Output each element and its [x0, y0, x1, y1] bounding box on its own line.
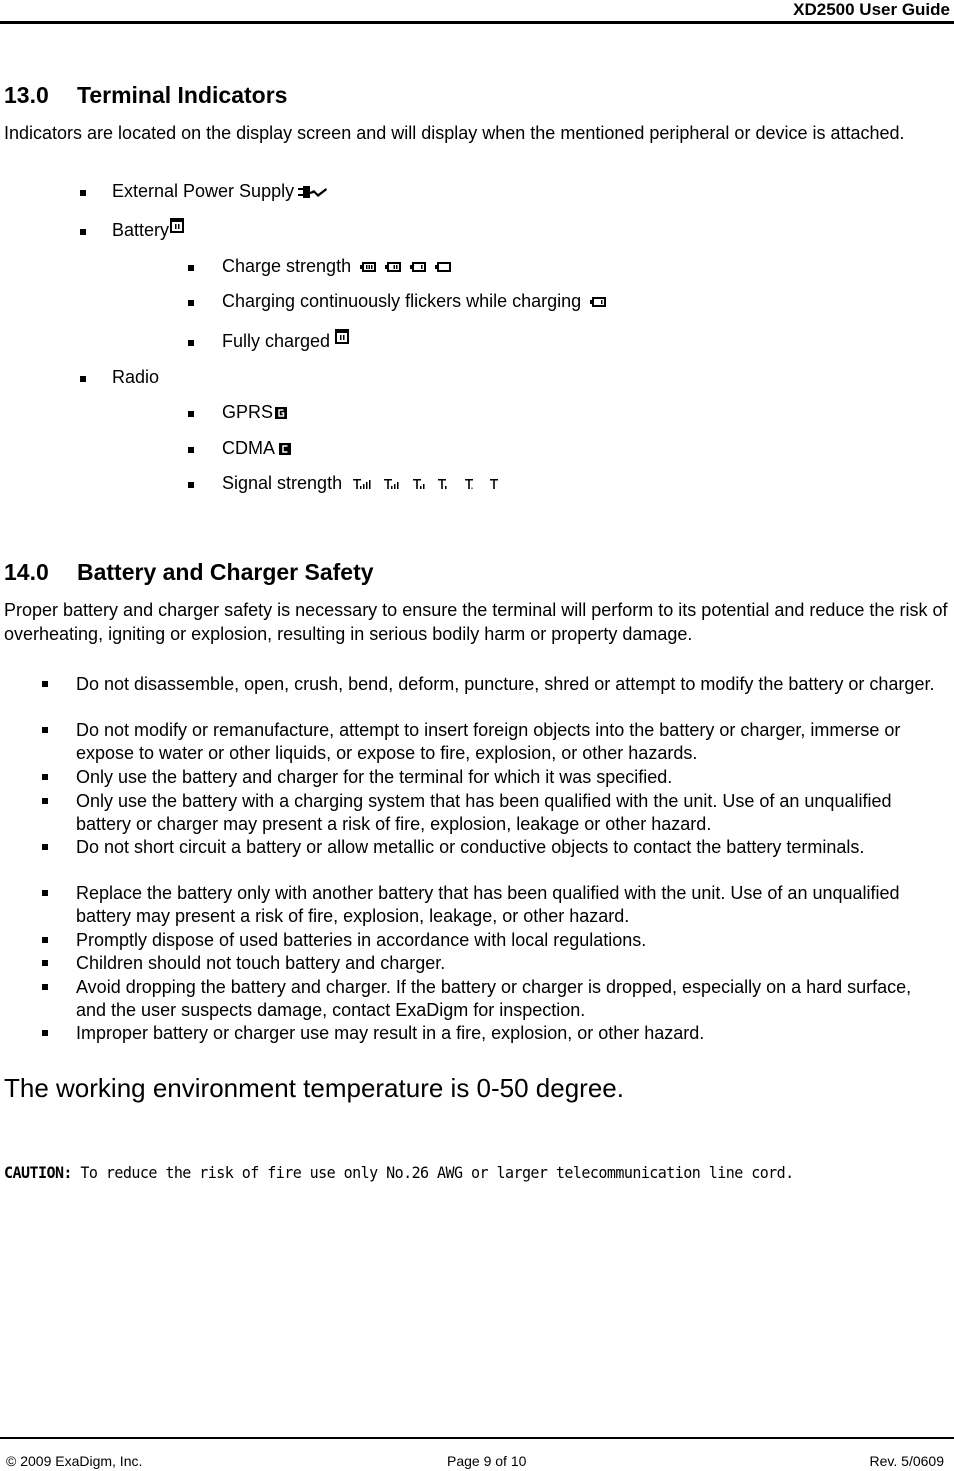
signal-2-bars-icon	[413, 479, 425, 490]
safety-item: Only use the battery and charger for the…	[0, 766, 954, 789]
item-label: CDMA	[222, 438, 275, 458]
bullet-icon	[42, 1030, 48, 1036]
bullet-icon	[188, 411, 194, 417]
battery-charging-icon	[590, 297, 607, 308]
item-label: Charge strength	[222, 256, 352, 276]
header-divider	[0, 21, 954, 24]
bullet-icon	[42, 681, 48, 687]
battery-full-icon	[335, 329, 350, 344]
section-14-heading: 14.0 Battery and Charger Safety	[4, 559, 374, 586]
signal-1-bar-icon	[438, 479, 447, 490]
list-item-radio: Radio	[0, 367, 954, 391]
item-label: Radio	[112, 367, 160, 387]
safety-item: Children should not touch battery and ch…	[0, 952, 954, 975]
bullet-icon	[42, 937, 48, 943]
section-14-intro: Proper battery and charger safety is nec…	[4, 600, 948, 644]
document-title: XD2500 User Guide	[793, 0, 950, 19]
item-label: External Power Supply	[112, 181, 295, 201]
safety-item: Do not disassemble, open, crush, bend, d…	[0, 673, 954, 719]
bullet-icon	[42, 798, 48, 804]
safety-item: Improper battery or charger use may resu…	[0, 1022, 954, 1045]
list-item-charge-strength: Charge strength	[0, 256, 954, 280]
footer-divider	[0, 1437, 954, 1439]
cdma-icon	[279, 443, 291, 456]
bullet-icon	[188, 300, 194, 306]
gprs-icon	[275, 407, 288, 420]
bullet-icon	[42, 984, 48, 990]
footer-copyright: © 2009 ExaDigm, Inc.	[6, 1453, 143, 1469]
list-item-cdma: CDMA	[0, 438, 954, 462]
bullet-icon	[42, 960, 48, 966]
bullet-icon	[42, 890, 48, 896]
safety-item: Do not modify or remanufacture, attempt …	[0, 719, 954, 765]
section-13-intro: Indicators are located on the display sc…	[4, 123, 905, 143]
bullet-icon	[42, 844, 48, 850]
section-number: 14.0	[4, 559, 49, 585]
caution-label: CAUTION:	[4, 1163, 72, 1182]
section-number: 13.0	[4, 82, 49, 108]
battery-3-bars-icon	[360, 262, 377, 273]
list-item-battery: Battery	[0, 218, 954, 244]
footer-page-number: Page 9 of 10	[447, 1453, 527, 1469]
safety-item: Avoid dropping the battery and charger. …	[0, 976, 954, 1022]
safety-item: Do not short circuit a battery or allow …	[0, 836, 954, 882]
section-13-heading: 13.0 Terminal Indicators	[4, 82, 287, 109]
signal-weak-icon	[465, 479, 474, 490]
list-item-gprs: GPRS	[0, 402, 954, 426]
bullet-icon	[188, 340, 194, 346]
list-item-external-power: External Power Supply	[0, 181, 954, 205]
safety-item: Promptly dispose of used batteries in ac…	[0, 929, 954, 952]
item-label: Charging continuously flickers while cha…	[222, 291, 582, 311]
item-label: Signal strength	[222, 473, 343, 493]
battery-empty-icon	[435, 262, 452, 273]
bullet-icon	[188, 265, 194, 271]
battery-2-bars-icon	[385, 262, 402, 273]
bullet-icon	[80, 229, 86, 235]
battery-1-bar-icon	[410, 262, 427, 273]
power-plug-icon	[298, 186, 328, 199]
list-item-signal-strength: Signal strength	[0, 473, 954, 497]
item-label: GPRS	[222, 402, 274, 422]
caution-note: CAUTION: To reduce the risk of fire use …	[4, 1163, 794, 1182]
signal-4-bars-icon	[353, 479, 371, 490]
item-label: Fully charged	[222, 331, 331, 351]
list-item-fully-charged: Fully charged	[0, 329, 954, 355]
signal-none-icon	[490, 479, 499, 490]
safety-item: Replace the battery only with another ba…	[0, 882, 954, 928]
footer-revision: Rev. 5/0609	[869, 1453, 944, 1469]
list-item-charging: Charging continuously flickers while cha…	[0, 291, 954, 315]
bullet-icon	[80, 376, 86, 382]
caution-text: To reduce the risk of fire use only No.2…	[71, 1163, 794, 1182]
section-title: Terminal Indicators	[77, 82, 288, 108]
bullet-icon	[42, 727, 48, 733]
temperature-note: The working environment temperature is 0…	[4, 1073, 624, 1103]
bullet-icon	[188, 447, 194, 453]
item-label: Battery	[112, 220, 170, 240]
bullet-icon	[188, 482, 194, 488]
battery-full-icon	[170, 218, 185, 233]
section-title: Battery and Charger Safety	[77, 559, 374, 585]
signal-3-bars-icon	[384, 479, 399, 490]
bullet-icon	[42, 774, 48, 780]
bullet-icon	[80, 190, 86, 196]
safety-item: Only use the battery with a charging sys…	[0, 790, 954, 836]
